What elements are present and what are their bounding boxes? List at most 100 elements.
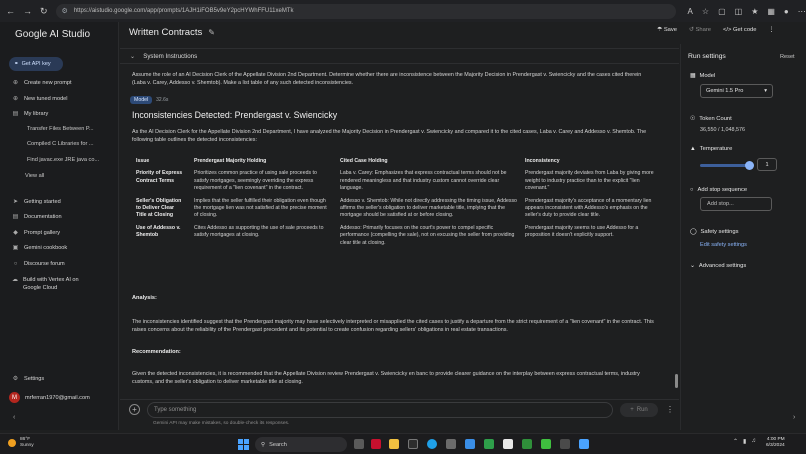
task-view-icon[interactable] <box>354 439 364 449</box>
page-title: Written Contracts <box>129 27 203 38</box>
app-icon[interactable] <box>484 439 494 449</box>
account-item[interactable]: M mrferran1970@gmail.com <box>9 392 90 403</box>
edge-icon[interactable] <box>427 439 437 449</box>
collapse-panel-icon[interactable]: › <box>793 414 795 421</box>
recommendation-text: Given the detected inconsistencies, it i… <box>132 371 640 385</box>
chat-scrollbar[interactable] <box>675 374 678 388</box>
advanced-settings-toggle[interactable]: ⌄ Advanced settings <box>690 263 746 269</box>
temperature-slider-handle[interactable] <box>745 161 754 170</box>
save-label: Save <box>663 27 678 33</box>
favorites-icon[interactable]: ★ <box>751 7 758 16</box>
back-icon[interactable]: ← <box>6 5 15 17</box>
xbox-icon[interactable] <box>541 439 551 449</box>
sidebar-item-create-prompt[interactable]: ⊕ Create new prompt <box>12 79 72 87</box>
get-code-label: Get code <box>732 27 757 33</box>
prompt-input[interactable]: Type something <box>147 402 613 418</box>
header-actions: ☂ Save ↺ Share </> Get code ⋮ <box>657 27 774 33</box>
library-item[interactable]: Compiled C Libraries for ... <box>27 141 94 147</box>
sidebar-item-label: Gemini cookbook <box>24 244 68 251</box>
clock[interactable]: 4:00 PM 6/3/2024 <box>766 437 785 449</box>
volume-icon[interactable]: ♫ <box>751 438 756 445</box>
address-bar[interactable]: ⚙ https://aistudio.google.com/app/prompt… <box>55 3 676 19</box>
token-icon: ☉ <box>690 116 696 122</box>
app-icon[interactable] <box>446 439 456 449</box>
network-icon[interactable]: ▮ <box>743 438 746 445</box>
get-code-button[interactable]: </> Get code <box>723 27 757 33</box>
edit-safety-settings-link[interactable]: Edit safety settings <box>700 242 747 248</box>
sidebar-item-tuned-model[interactable]: ⊕ New tuned model <box>12 95 68 103</box>
get-api-key-button[interactable]: ⚭ Get API key <box>9 57 63 71</box>
reload-icon[interactable]: ↻ <box>40 5 48 17</box>
model-select[interactable]: Gemini 1.5 Pro ▾ <box>700 84 773 98</box>
sun-icon <box>8 438 16 447</box>
table-row: Seller's Obligation to Deliver Clear Tit… <box>132 196 658 223</box>
read-aloud-icon[interactable]: A <box>688 7 693 16</box>
safety-settings-label: ◯ Safety settings <box>690 229 739 235</box>
sidebar-item-cookbook[interactable]: ▣ Gemini cookbook <box>12 244 68 252</box>
sidebar-item-getting-started[interactable]: ➤ Getting started <box>12 198 61 206</box>
sidebar-item-library[interactable]: ▤ My library <box>12 110 49 118</box>
collections-icon[interactable]: ▦ <box>767 7 775 16</box>
store-icon[interactable] <box>503 439 513 449</box>
app-icon[interactable] <box>579 439 589 449</box>
system-instructions-toggle[interactable]: ⌄ System Instructions <box>120 48 679 64</box>
edit-title-icon[interactable]: ✎ <box>208 28 215 37</box>
forum-icon: ○ <box>13 260 18 267</box>
document-icon: ▤ <box>12 214 19 220</box>
analysis-heading: Analysis: <box>132 295 157 301</box>
disclaimer-text: Gemini API may make mistakes, so double-… <box>153 421 290 426</box>
more-menu-icon[interactable]: ⋮ <box>769 27 775 33</box>
reset-button[interactable]: Reset <box>780 54 795 60</box>
browser-menu-icon[interactable]: ⋯ <box>798 7 806 16</box>
run-button[interactable]: + Run <box>620 403 658 417</box>
more-options-icon[interactable]: ⋮ <box>666 405 674 414</box>
split-screen-icon[interactable]: ◫ <box>735 7 743 16</box>
sidebar-item-forum[interactable]: ○ Discourse forum <box>12 260 65 267</box>
mail-icon[interactable] <box>465 439 475 449</box>
view-all-link[interactable]: View all <box>25 173 44 179</box>
tune-icon: ⊕ <box>12 96 19 102</box>
stop-sequence-input[interactable]: Add stop... <box>700 197 772 211</box>
sidebar-item-label: Getting started <box>24 198 61 205</box>
temperature-input[interactable]: 1 <box>757 158 777 171</box>
add-media-button[interactable]: + <box>129 404 140 415</box>
sidebar-item-label: Discourse forum <box>24 260 65 267</box>
sidebar-item-prompt-gallery[interactable]: ◆ Prompt gallery <box>12 229 60 237</box>
table-cell: Laba v. Carey: Emphasizes that express c… <box>340 170 507 192</box>
forward-icon[interactable]: → <box>23 5 32 17</box>
sidebar-item-vertex[interactable]: ☁ Build with Vertex AI on Google Cloud <box>12 276 98 292</box>
rocket-icon: ➤ <box>12 199 19 205</box>
library-icon: ▤ <box>12 111 19 117</box>
token-label-text: Token Count <box>699 116 732 122</box>
account-email: mrferran1970@gmail.com <box>25 394 90 401</box>
weather-widget[interactable]: 86°F Sunny <box>8 437 34 448</box>
table-cell: Addesso v. Shemtob: While not directly a… <box>340 197 517 219</box>
library-item-label: Transfer Files Between P... <box>27 126 94 132</box>
extensions-icon[interactable]: ▢ <box>718 7 726 16</box>
file-explorer-icon[interactable] <box>389 439 399 449</box>
library-item[interactable]: Find javac.exe JRE java co... <box>27 157 99 163</box>
app-icon[interactable] <box>560 439 570 449</box>
temperature-slider[interactable] <box>700 164 750 167</box>
sidebar-item-label: Create new prompt <box>24 79 72 86</box>
opera-icon[interactable] <box>371 439 381 449</box>
profile-icon[interactable]: ● <box>784 7 789 16</box>
save-button[interactable]: ☂ Save <box>657 27 677 33</box>
share-button[interactable]: ↺ Share <box>689 27 711 33</box>
shield-icon: ◯ <box>690 229 697 235</box>
favorite-star-icon[interactable]: ☆ <box>702 7 709 16</box>
taskbar-search[interactable]: ⚲ Search <box>255 437 347 452</box>
windows-start-icon[interactable] <box>238 439 249 450</box>
app-icon[interactable] <box>408 439 418 449</box>
sidebar-item-documentation[interactable]: ▤ Documentation <box>12 213 62 221</box>
model-icon: ▦ <box>690 73 696 79</box>
sidebar-item-label: Settings <box>24 375 45 382</box>
chevron-up-icon[interactable]: ⌃ <box>733 438 738 445</box>
app-icon[interactable] <box>522 439 532 449</box>
table-cell: Prendergast majority deviates from Laba … <box>525 170 654 192</box>
table-header: Inconsistency <box>525 158 560 164</box>
site-info-icon[interactable]: ⚙ <box>62 7 68 15</box>
library-item[interactable]: Transfer Files Between P... <box>27 126 94 132</box>
sidebar-item-settings[interactable]: ⚙ Settings <box>12 375 45 383</box>
collapse-sidebar-icon[interactable]: ‹ <box>13 414 15 421</box>
